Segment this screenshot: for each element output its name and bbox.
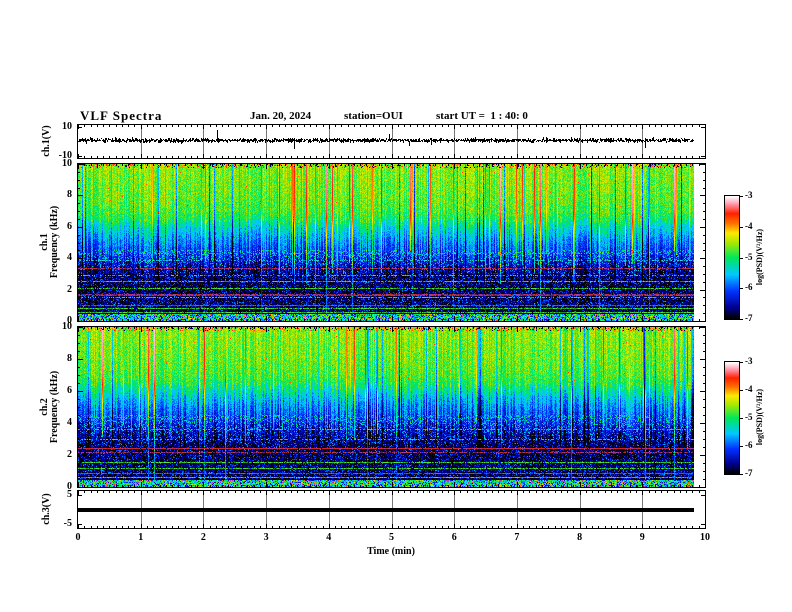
colorbar-tick-label: -6 (745, 440, 753, 450)
spec1-y-tick-label: 6 (67, 220, 72, 232)
colorbar-tick (739, 319, 743, 320)
colorbar-tick (739, 418, 743, 419)
spec2-y-tick-label: 8 (67, 353, 72, 364)
colorbar-tick-label: -7 (745, 313, 753, 323)
spec1-y-tick-label: 4 (67, 252, 72, 264)
x-tick-label: 7 (514, 532, 520, 543)
x-tick-label: 4 (326, 532, 332, 543)
date-label: Jan. 20, 2024 (250, 110, 312, 122)
x-tick-label: 8 (577, 532, 583, 543)
spec2-y-tick-label: 2 (67, 449, 72, 460)
ch3-wave-y-tick-label: -5 (63, 517, 72, 529)
vlf-spectra-figure: VLF Spectra Jan. 20, 2024 station=OUI st… (0, 0, 792, 612)
ch1-frequency-axis-label-line2: Frequency (kHz) (49, 205, 60, 279)
colorbar-tick (739, 474, 743, 475)
x-tick-label: 0 (75, 532, 81, 543)
ch1-wave-y-tick-label: 10 (62, 121, 72, 133)
ch1-wave-y-tick-label: -10 (58, 149, 72, 161)
ch3-waveform-canvas (77, 490, 706, 529)
colorbar-tick-label: -5 (745, 251, 753, 262)
colorbar-tick (739, 288, 743, 289)
colorbar-ch2 (724, 361, 740, 475)
colorbar-tick (739, 196, 743, 197)
colorbar-ch1-axis-label: log(PSD)(V²/Hz) (755, 228, 764, 286)
colorbar-tick-label: -3 (745, 190, 753, 200)
station-label: station=OUI (344, 110, 403, 122)
colorbar-ch1 (724, 195, 740, 320)
ch2-frequency-axis-label: ch.2 Frequency (kHz) (39, 370, 60, 444)
ch1-frequency-axis-label: ch.1 Frequency (kHz) (39, 205, 60, 279)
x-tick-label: 9 (639, 532, 645, 543)
x-tick-label: 1 (138, 532, 144, 543)
time-axis-label: Time (min) (367, 546, 415, 557)
colorbar-tick-label: -5 (745, 412, 753, 422)
x-tick-label: 6 (451, 532, 457, 543)
ch3-wave-y-tick-label: 5 (67, 489, 72, 501)
colorbar-tick-label: -4 (745, 220, 753, 231)
colorbar-tick (739, 227, 743, 228)
x-tick-label: 10 (700, 532, 710, 543)
spec1-y-tick-label: 2 (67, 283, 72, 295)
ch2-frequency-axis-label-line2: Frequency (kHz) (49, 370, 60, 444)
x-tick-label: 3 (263, 532, 269, 543)
spec1-y-tick-label: 8 (67, 189, 72, 201)
colorbar-tick-label: -6 (745, 282, 753, 293)
x-tick-label: 2 (200, 532, 206, 543)
start-ut-label: start UT = 1 : 40: 0 (436, 110, 528, 122)
colorbar-tick-label: -7 (745, 468, 753, 478)
colorbar-tick (739, 258, 743, 259)
spec2-y-tick-label: 10 (62, 321, 72, 332)
figure-title: VLF Spectra (80, 108, 163, 123)
colorbar-tick-label: -3 (745, 356, 753, 366)
ch1-waveform-canvas (77, 124, 706, 159)
colorbar-tick-label: -4 (745, 384, 753, 394)
spec2-y-tick-label: 6 (67, 385, 72, 396)
ch1-spectrogram-canvas (77, 163, 706, 322)
colorbar-tick (739, 362, 743, 363)
colorbar-tick (739, 446, 743, 447)
spec2-y-tick-label: 4 (67, 417, 72, 428)
ch2-spectrogram-canvas (77, 326, 706, 488)
x-tick-label: 5 (389, 532, 394, 543)
colorbar-ch2-axis-label: log(PSD)(V²/Hz) (755, 388, 764, 446)
colorbar-tick (739, 390, 743, 391)
